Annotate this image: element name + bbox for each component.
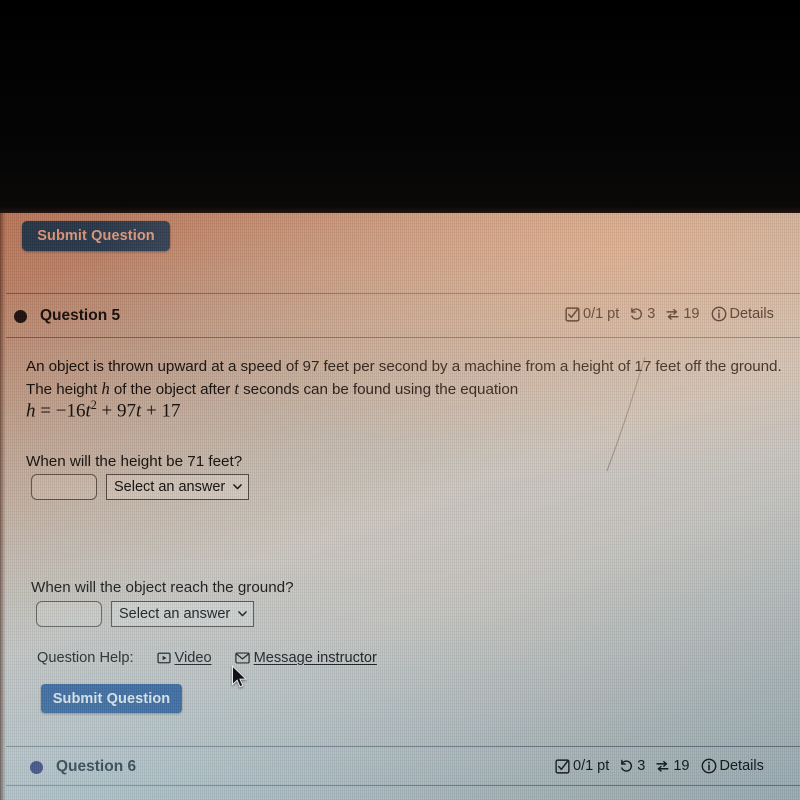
play-video-icon: [156, 652, 171, 664]
equation-plus-1: +: [101, 400, 113, 422]
equation-minus: −: [55, 400, 67, 422]
question-5-equation: h = −16t2 + 97t + 17: [26, 398, 181, 422]
question-5-part-b-select-value: Select an answer: [119, 606, 231, 622]
submit-question-button-top[interactable]: Submit Question: [22, 221, 170, 251]
equation-constant: 17: [161, 400, 181, 422]
equation-equals: =: [40, 400, 51, 422]
checkbox-check-icon: [555, 758, 570, 774]
info-circle-icon: [701, 758, 717, 774]
question-5-part-a-answer-row: Select an answer: [31, 474, 250, 500]
question-5-status-bar: 0/1 pt 3 19 Details: [565, 306, 774, 322]
question-5-part-a-select-value: Select an answer: [114, 479, 226, 495]
question-5-details-link[interactable]: Details: [711, 306, 774, 322]
question-5-help-row: Question Help: Video Message instructor: [37, 650, 377, 666]
monitor-bezel-top: [0, 0, 800, 213]
question-6-attempts-group: 3: [619, 758, 645, 774]
question-6-points-value: 0/1 pt: [573, 758, 610, 774]
divider-below-question-6-header: [6, 785, 800, 786]
question-5-part-a-prompt: When will the height be 71 feet?: [26, 453, 243, 470]
question-5-part-b-select[interactable]: Select an answer: [111, 601, 255, 627]
question-5-problem-statement: An object is thrown upward at a speed of…: [26, 356, 791, 400]
cycle-arrows-icon: [655, 759, 670, 774]
question-5-points-group: 0/1 pt: [565, 306, 619, 322]
question-6-attempts-value: 3: [637, 758, 646, 774]
question-6-details-label: Details: [719, 758, 764, 774]
question-5-title: Question 5: [40, 307, 121, 324]
question-6-points-group: 0/1 pt: [555, 758, 609, 774]
equation-coef-1: 16: [66, 400, 86, 422]
question-5-part-b-prompt: When will the object reach the ground?: [31, 579, 294, 596]
cycle-arrows-icon: [665, 307, 680, 322]
problem-line-2c: seconds can be found using the equation: [238, 380, 519, 398]
undo-arrow-icon: [619, 759, 634, 774]
question-6-refresh-group: 19: [655, 758, 690, 774]
question-5-part-a-select[interactable]: Select an answer: [106, 474, 250, 500]
question-5-refresh-value: 19: [683, 306, 700, 322]
page-content: Submit Question Question 5 0/1 pt 3 19 D…: [0, 213, 800, 800]
video-help-link[interactable]: Video: [156, 650, 212, 666]
equation-lhs: h: [26, 400, 36, 422]
divider-above-question-6: [6, 746, 800, 747]
screen-surface: Submit Question Question 5 0/1 pt 3 19 D…: [0, 213, 800, 800]
equation-coef-2: 97: [117, 400, 137, 422]
checkbox-check-icon: [565, 306, 580, 322]
problem-var-h: h: [101, 378, 110, 398]
screenshot-root: Submit Question Question 5 0/1 pt 3 19 D…: [0, 0, 800, 800]
question-5-part-a-input[interactable]: [31, 474, 97, 500]
question-5-status-bullet: [14, 309, 27, 323]
envelope-icon: [234, 652, 250, 664]
info-circle-icon: [711, 306, 727, 322]
question-help-label: Question Help:: [37, 650, 134, 666]
question-6-refresh-value: 19: [673, 758, 690, 774]
problem-line-1: An object is thrown upward at a speed of…: [26, 358, 681, 375]
question-6-title: Question 6: [56, 758, 137, 775]
question-5-attempts-value: 3: [647, 306, 656, 322]
divider-above-question-5: [6, 293, 800, 294]
question-5-refresh-group: 19: [665, 306, 700, 322]
equation-plus-2: +: [146, 400, 157, 422]
chevron-down-icon: [233, 484, 243, 490]
submit-question-button[interactable]: Submit Question: [41, 684, 182, 713]
undo-arrow-icon: [629, 307, 644, 322]
question-6-status-bar: 0/1 pt 3 19 Details: [555, 758, 764, 774]
problem-line-2b: of the object after: [109, 380, 235, 398]
video-help-link-label: Video: [174, 650, 212, 666]
chevron-down-icon: [238, 611, 248, 617]
question-5-details-label: Details: [729, 306, 774, 322]
question-5-points-value: 0/1 pt: [583, 306, 620, 322]
equation-var-2: t: [136, 400, 142, 422]
message-instructor-link-label: Message instructor: [253, 650, 377, 666]
mouse-cursor: [232, 665, 248, 688]
question-6-status-bullet: [30, 760, 43, 774]
submit-question-button-top-label: Submit Question: [37, 228, 155, 244]
message-instructor-link[interactable]: Message instructor: [234, 650, 377, 666]
question-5-part-b-input[interactable]: [36, 601, 102, 627]
question-5-part-b-answer-row: Select an answer: [36, 601, 255, 627]
question-5-attempts-group: 3: [629, 306, 655, 322]
divider-below-question-5-header: [6, 337, 800, 338]
submit-question-button-label: Submit Question: [52, 690, 171, 707]
equation-power-1: 2: [90, 398, 97, 412]
question-6-details-link[interactable]: Details: [701, 758, 764, 774]
